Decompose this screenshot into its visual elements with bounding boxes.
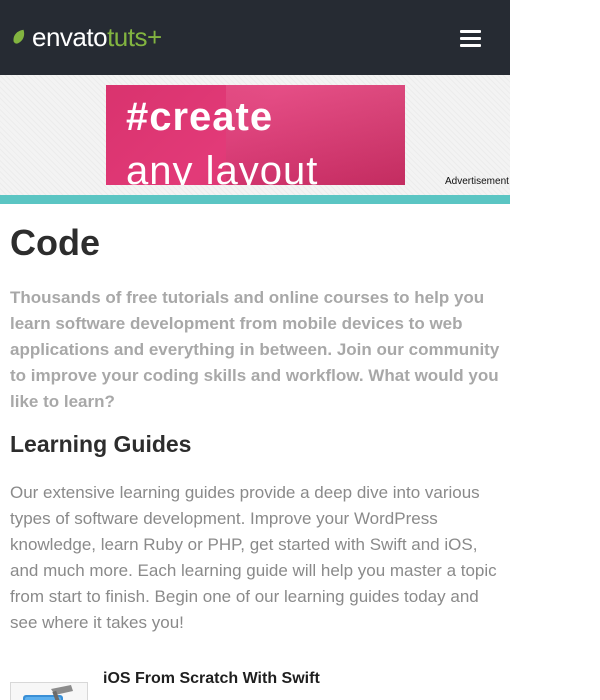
learning-guides-description: Our extensive learning guides provide a … [10,483,497,632]
guide-thumbnail[interactable] [10,682,88,700]
ad-headline: #create [126,95,274,139]
accent-divider [0,195,510,204]
advertisement-area: #create any layout [0,75,510,195]
logo-envato-text: envato [32,21,108,52]
ad-banner[interactable]: #create any layout [106,85,405,185]
page: envato tuts+ #create any layout Advertis… [0,0,510,700]
learning-guides-heading: Learning Guides [10,431,192,457]
menu-bar [459,43,481,47]
menu-bar [459,29,481,33]
ad-subline: any layout [126,149,319,185]
page-intro: Thousands of free tutorials and online c… [10,288,500,411]
menu-bar [459,36,481,40]
guide-title[interactable]: iOS From Scratch With Swift [103,670,320,688]
page-title: Code [10,222,100,263]
advertisement-label: Advertisement [445,176,509,187]
learning-guide-item[interactable]: iOS From Scratch With Swift [10,665,505,700]
hamburger-menu-icon[interactable] [452,24,488,52]
envato-tuts-logo[interactable]: envato tuts+ [10,22,162,52]
xcode-hammer-icon [23,685,73,700]
leaf-icon [13,29,25,44]
logo-tuts-text: tuts+ [107,21,162,52]
site-header: envato tuts+ [0,0,510,75]
